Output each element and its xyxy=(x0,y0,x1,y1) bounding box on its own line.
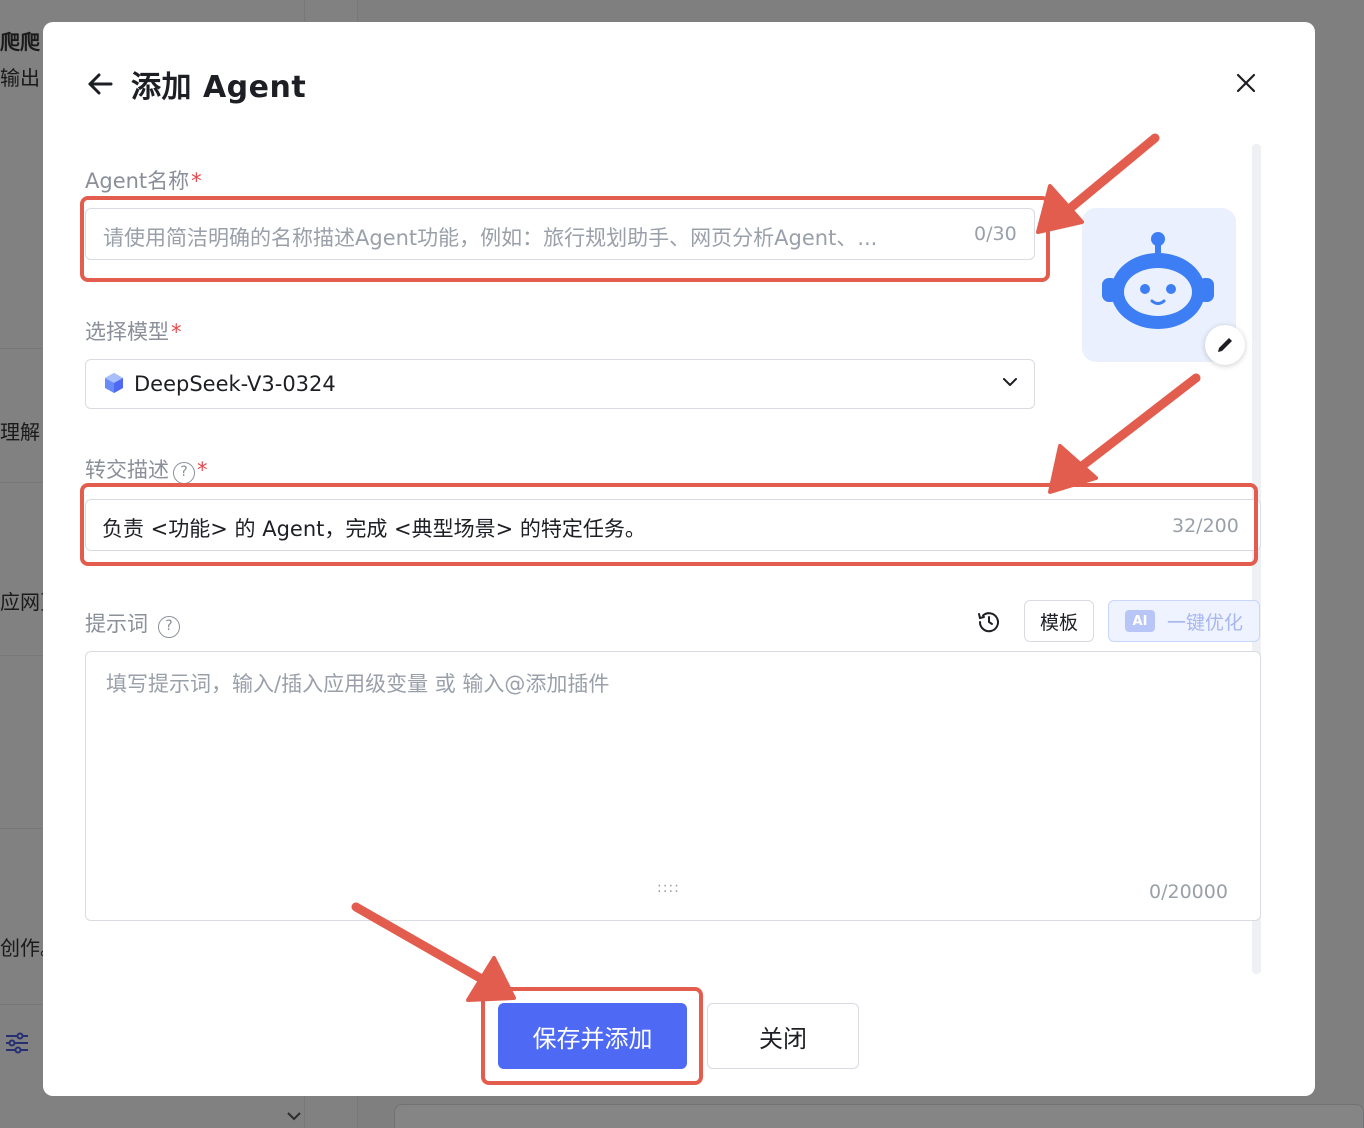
ai-optimize-button[interactable]: AI 一键优化 xyxy=(1108,600,1260,642)
agent-name-label: Agent名称* xyxy=(85,169,202,193)
handoff-description-input[interactable]: 负责 <功能> 的 Agent，完成 <典型场景> 的特定任务。 32/200 xyxy=(85,499,1261,551)
pencil-icon xyxy=(1218,338,1232,352)
add-agent-modal: 添加 Agent Agent名称* 请使用简洁明确的名称描述Agent功能，例如… xyxy=(43,22,1315,1096)
handoff-description-label: 转交描述? * xyxy=(85,458,208,484)
handoff-description-counter: 32/200 xyxy=(1172,515,1239,537)
edit-avatar-button[interactable] xyxy=(1205,325,1245,365)
model-label: 选择模型* xyxy=(85,320,182,344)
agent-name-placeholder: 请使用简洁明确的名称描述Agent功能，例如：旅行规划助手、网页分析Agent、… xyxy=(103,226,878,250)
close-button[interactable]: 关闭 xyxy=(707,1003,859,1069)
prompt-label: 提示词? xyxy=(85,608,180,638)
prompt-counter: 0/20000 xyxy=(1149,881,1228,903)
modal-header: 添加 Agent xyxy=(85,62,306,106)
close-icon[interactable] xyxy=(1231,68,1261,98)
template-button[interactable]: 模板 xyxy=(1024,600,1094,642)
cube-model-icon xyxy=(105,373,123,393)
agent-name-counter: 0/30 xyxy=(974,223,1017,245)
modal-title: 添加 Agent xyxy=(131,70,307,105)
save-and-add-button[interactable]: 保存并添加 xyxy=(498,1003,687,1069)
ai-optimize-label: 一键优化 xyxy=(1166,611,1243,634)
chevron-down-icon[interactable] xyxy=(1000,372,1020,392)
history-icon[interactable] xyxy=(976,609,1002,635)
help-icon[interactable]: ? xyxy=(158,616,180,638)
resize-handle[interactable]: :::: xyxy=(657,880,680,896)
prompt-placeholder: 填写提示词，输入/插入应用级变量 或 输入@添加插件 xyxy=(106,672,610,696)
agent-name-input[interactable]: 请使用简洁明确的名称描述Agent功能，例如：旅行规划助手、网页分析Agent、… xyxy=(85,208,1035,260)
model-selected-value: DeepSeek-V3-0324 xyxy=(134,372,336,396)
model-select[interactable]: DeepSeek-V3-0324 xyxy=(85,359,1035,409)
help-icon[interactable]: ? xyxy=(173,462,195,484)
ai-badge: AI xyxy=(1124,610,1155,632)
back-arrow-icon[interactable] xyxy=(85,68,117,100)
handoff-description-value: 负责 <功能> 的 Agent，完成 <典型场景> 的特定任务。 xyxy=(102,517,646,541)
